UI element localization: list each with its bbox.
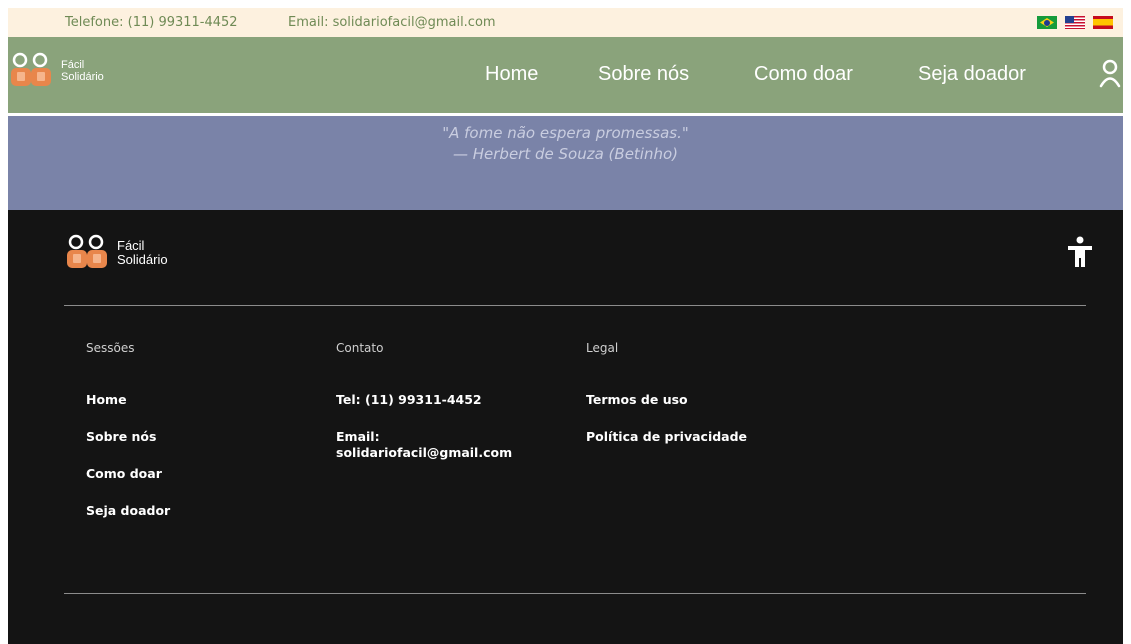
footer-link-terms[interactable]: Termos de uso <box>586 392 747 408</box>
top-contact-bar: Telefone: (11) 99311-4452 Email: solidar… <box>8 8 1123 37</box>
nav-how-to-donate[interactable]: Como doar <box>754 63 853 86</box>
sessions-title: Sessões <box>86 341 135 355</box>
logo-icon <box>11 52 51 86</box>
footer-brand-name: Fácil Solidário <box>117 239 168 267</box>
brand-line2: Solidário <box>61 71 104 83</box>
footer-link-be-donor[interactable]: Seja doador <box>86 503 170 519</box>
brand-name: Fácil Solidário <box>61 59 104 83</box>
brand-logo[interactable]: Fácil Solidário <box>8 51 104 91</box>
footer-divider-top <box>64 305 1086 306</box>
brazil-flag-icon[interactable] <box>1037 16 1057 29</box>
accessibility-icon[interactable] <box>1067 236 1093 268</box>
footer-brand-line1: Fácil <box>117 238 145 253</box>
quote-text: "A fome não espera promessas." <box>442 124 689 142</box>
footer-email-address[interactable]: solidariofacil@gmail.com <box>336 445 512 460</box>
spain-flag-icon[interactable] <box>1093 16 1113 29</box>
footer-logo-icon <box>67 234 107 268</box>
language-switcher <box>1037 16 1113 29</box>
topbar-email[interactable]: Email: solidariofacil@gmail.com <box>288 15 496 30</box>
main-navbar: Fácil Solidário Home Sobre nós Como doar… <box>8 37 1123 113</box>
footer-link-about[interactable]: Sobre nós <box>86 429 170 445</box>
footer-col-legal: Legal Termos de uso Política de privacid… <box>586 341 747 466</box>
contact-title: Contato <box>336 341 384 355</box>
legal-title: Legal <box>586 341 619 355</box>
footer: Fácil Solidário Sessões Home Sobre nós C… <box>8 210 1123 644</box>
footer-divider-bottom <box>64 593 1086 594</box>
quote-banner: "A fome não espera promessas." — Herbert… <box>8 116 1123 210</box>
brand-line1: Fácil <box>61 59 85 71</box>
user-icon[interactable] <box>1099 59 1121 89</box>
nav-about[interactable]: Sobre nós <box>598 63 689 86</box>
quote-author: — Herbert de Souza (Betinho) <box>452 145 679 163</box>
topbar-phone: Telefone: (11) 99311-4452 <box>65 15 238 30</box>
footer-link-how-to-donate[interactable]: Como doar <box>86 466 170 482</box>
footer-col-sessions: Sessões Home Sobre nós Como doar Seja do… <box>86 341 170 540</box>
footer-link-home[interactable]: Home <box>86 392 170 408</box>
nav-be-donor[interactable]: Seja doador <box>918 63 1026 86</box>
footer-tel[interactable]: Tel: (11) 99311-4452 <box>336 392 512 408</box>
footer-link-privacy[interactable]: Política de privacidade <box>586 429 747 445</box>
usa-flag-icon[interactable] <box>1065 16 1085 29</box>
footer-brand-line2: Solidário <box>117 252 168 267</box>
footer-email-label: Email: <box>336 429 380 444</box>
footer-col-contact: Contato Tel: (11) 99311-4452 Email: soli… <box>336 341 512 482</box>
footer-email[interactable]: Email: solidariofacil@gmail.com <box>336 429 512 461</box>
footer-brand[interactable]: Fácil Solidário <box>64 232 168 274</box>
nav-home[interactable]: Home <box>485 63 538 86</box>
